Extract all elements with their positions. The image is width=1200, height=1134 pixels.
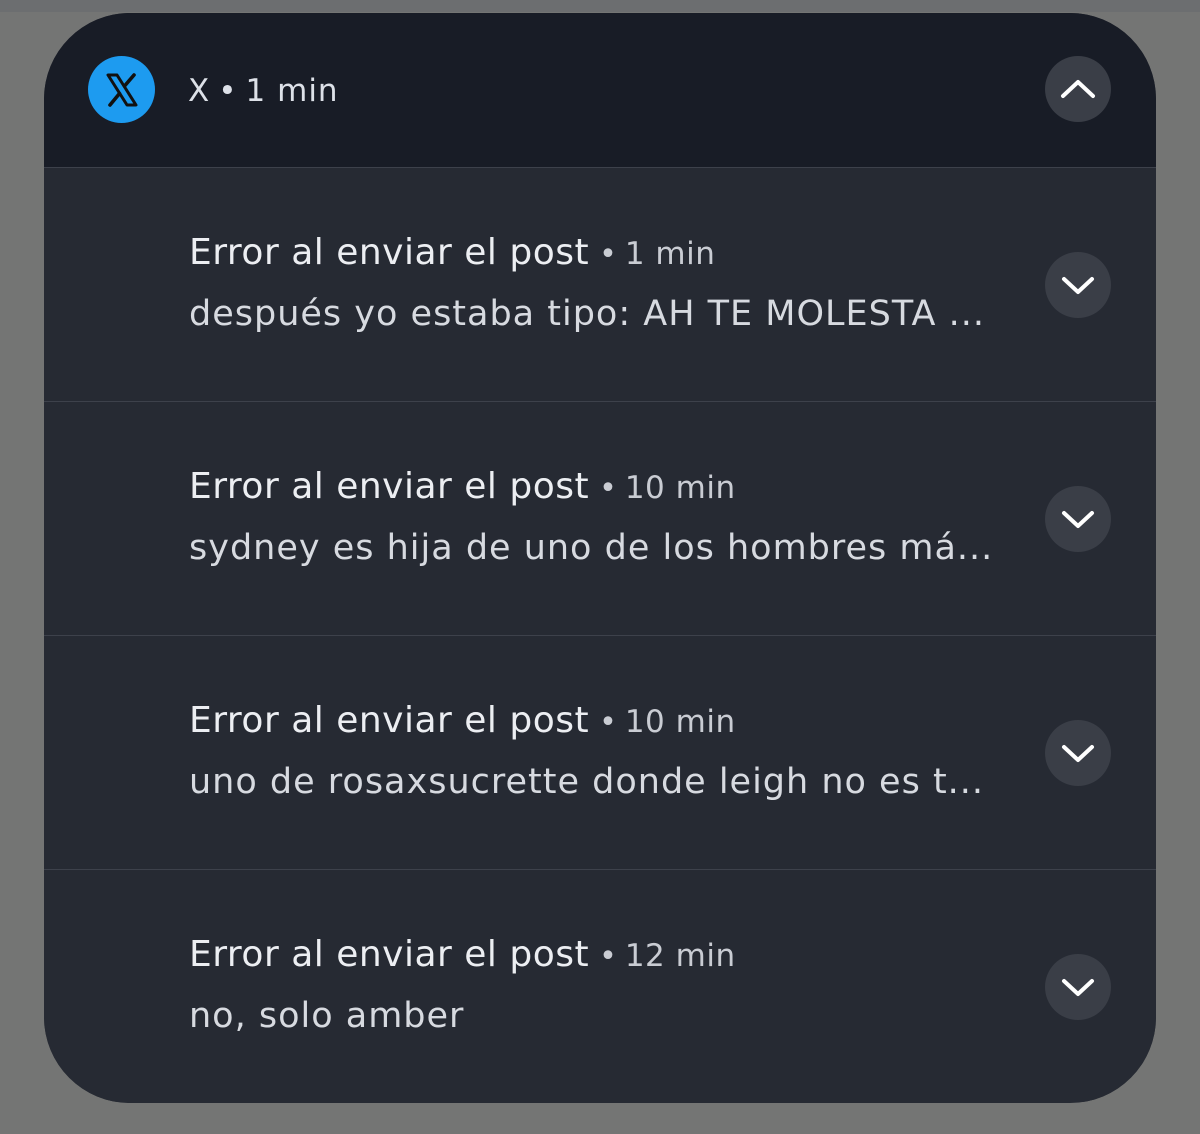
notification-body: sydney es hija de uno de los hombres má.… bbox=[189, 528, 994, 568]
notification-title: Error al enviar el post bbox=[189, 466, 590, 507]
notification-header: Error al enviar el post • 10 min bbox=[189, 465, 736, 515]
separator-dot: • bbox=[599, 939, 617, 974]
separator-dot: • bbox=[599, 471, 617, 506]
notification-time: 10 min bbox=[624, 704, 736, 740]
notification-header: Error al enviar el post • 1 min bbox=[189, 231, 715, 281]
expand-notification-button[interactable] bbox=[1045, 954, 1111, 1020]
notification-group-header[interactable]: X • 1 min bbox=[44, 13, 1156, 167]
notification-time: 10 min bbox=[624, 470, 736, 506]
expand-notification-button[interactable] bbox=[1045, 486, 1111, 552]
notification-title: Error al enviar el post bbox=[189, 700, 590, 741]
notification-item[interactable]: Error al enviar el post • 1 min después yo… bbox=[44, 167, 1156, 400]
notification-group: X • 1 min Error al enviar el post • 1 min de… bbox=[44, 13, 1156, 1103]
notification-time: 1 min bbox=[624, 236, 716, 272]
notification-item[interactable]: Error al enviar el post • 12 min no, solo … bbox=[44, 869, 1156, 1102]
app-header-title: X • 1 min bbox=[188, 71, 339, 111]
chevron-up-icon bbox=[1061, 80, 1095, 98]
app-time: 1 min bbox=[245, 73, 339, 109]
chevron-down-icon bbox=[1062, 511, 1094, 528]
collapse-group-button[interactable] bbox=[1045, 56, 1111, 122]
x-logo-icon bbox=[88, 56, 155, 123]
notification-item[interactable]: Error al enviar el post • 10 min sydney es… bbox=[44, 401, 1156, 634]
notification-body: después yo estaba tipo: AH TE MOLESTA ..… bbox=[189, 294, 985, 334]
separator-dot: • bbox=[599, 237, 617, 272]
notification-header: Error al enviar el post • 12 min bbox=[189, 933, 736, 983]
chevron-down-icon bbox=[1062, 979, 1094, 996]
notification-item[interactable]: Error al enviar el post • 10 min uno de ro… bbox=[44, 635, 1156, 868]
notification-title: Error al enviar el post bbox=[189, 934, 590, 975]
separator-dot: • bbox=[599, 705, 617, 740]
expand-notification-button[interactable] bbox=[1045, 252, 1111, 318]
notification-title: Error al enviar el post bbox=[189, 232, 590, 273]
notification-body: no, solo amber bbox=[189, 996, 465, 1036]
expand-notification-button[interactable] bbox=[1045, 720, 1111, 786]
notification-time: 12 min bbox=[624, 938, 736, 974]
chevron-down-icon bbox=[1062, 745, 1094, 762]
app-name: X bbox=[188, 73, 211, 109]
separator-dot: • bbox=[218, 73, 238, 109]
background-strip bbox=[0, 0, 1200, 12]
notification-header: Error al enviar el post • 10 min bbox=[189, 699, 736, 749]
notification-body: uno de rosaxsucrette donde leigh no es t… bbox=[189, 762, 985, 802]
chevron-down-icon bbox=[1062, 277, 1094, 294]
